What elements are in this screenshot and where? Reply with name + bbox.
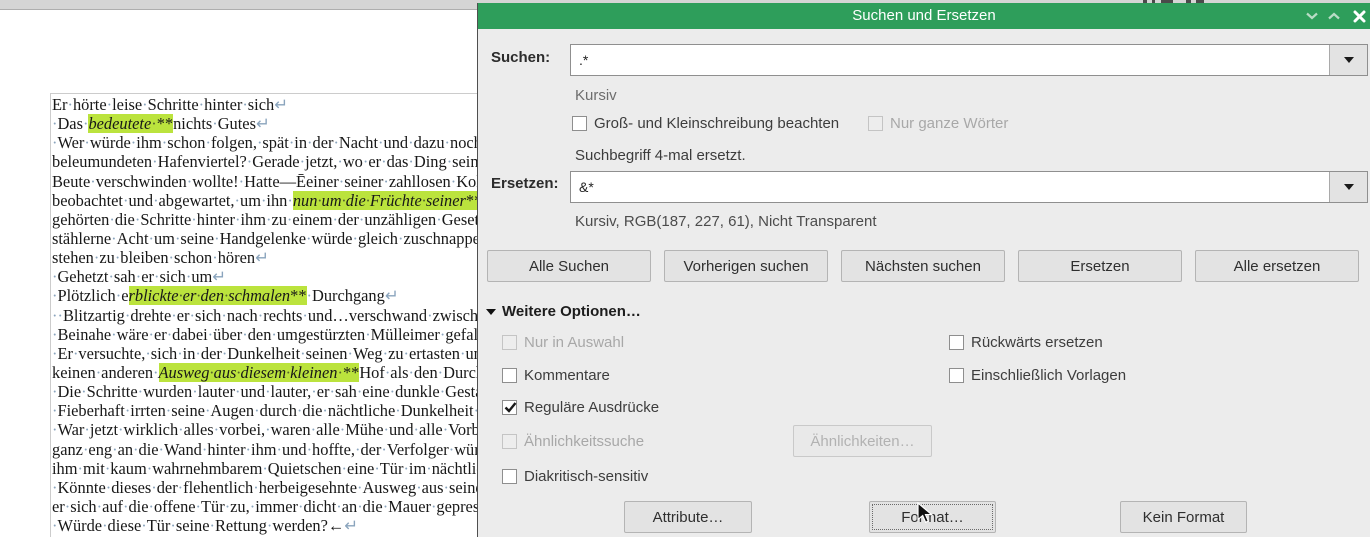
chevron-down-icon[interactable] [1304,8,1320,24]
doc-line: Beute·verschwinden·wollte!·Hatte—Ēeiner·… [52,171,478,191]
checkbox-box[interactable] [502,399,517,415]
text-boundary-left [50,93,51,537]
search-input[interactable] [571,45,1327,75]
attributes-button[interactable]: Attribute… [624,501,752,533]
checkbox-similarity-search: Ähnlichkeitssuche [502,432,644,450]
checkbox-comments[interactable]: Kommentare [502,366,610,384]
doc-line: ·Wer·würde·ihm·schon·folgen,·spät·in·der… [52,133,478,153]
doc-line: ·Er·versuchte,·sich·in·der·Dunkelheit·se… [52,343,478,363]
checkbox-box [502,433,517,449]
find-next-button[interactable]: Nächsten suchen [841,250,1005,282]
document-page[interactable]: Er·hörte·leise·Schritte·hinter·sich↵ ·Das… [0,11,478,537]
doc-line: er·sich·auf·die·offene·Tür·zu,·immer·dic… [52,496,478,516]
mouse-cursor [917,501,936,529]
search-dropdown-button[interactable] [1329,45,1367,75]
replace-combobox[interactable] [570,171,1368,203]
doc-line: stählerne·Acht·um·seine·Handgelenke·würd… [52,228,478,248]
more-options-expander[interactable]: Weitere Optionen… [486,303,641,320]
doc-line: ganz·eng·an·die·Wand·hinter·ihm·und·hoff… [52,439,478,459]
doc-line: ·Plötzlich·erblickte·er·den·schmalen**·D… [52,286,399,306]
checkbox-box[interactable] [949,367,964,383]
doc-line: ·Gehetzt·sah·er·sich·um↵ [52,267,226,287]
doc-line: ·Das·bedeutete·**nichts·Gutes↵ [52,114,270,134]
doc-line: gehörten·die·Schritte·hinter·ihm·zu·eine… [52,209,478,229]
doc-line: beobachtet·und·abgewartet,·um·ihn·nun·um… [52,190,478,210]
doc-line: ·Die·Schritte·wurden·lauter·und·lauter,·… [52,382,478,402]
chevron-down-icon [1343,184,1354,190]
document-text[interactable]: Er·hörte·leise·Schritte·hinter·sich↵ ·Das… [52,95,478,535]
doc-line: ·War·jetzt·wirklich·alles·vorbei,·waren·… [52,420,478,440]
replace-button[interactable]: Ersetzen [1018,250,1182,282]
close-icon[interactable] [1351,8,1367,24]
find-previous-button[interactable]: Vorherigen suchen [664,250,828,282]
search-format-hint: Kursiv [575,87,617,104]
checkbox-backwards[interactable]: Rückwärts ersetzen [949,333,1103,351]
dialog-title: Suchen und Ersetzen [852,7,996,24]
checkbox-diacritic-sensitive[interactable]: Diakritisch-sensitiv [502,467,648,485]
doc-line: ··Blitzartig·drehte·er·sich·nach·rechts·… [52,305,478,325]
replace-label: Ersetzen: [491,175,559,192]
checkbox-box[interactable] [572,115,587,131]
doc-line: ·Beinahe·wäre·er·dabei·über·den·umgestür… [52,324,478,344]
checkbox-box[interactable] [502,468,517,484]
replace-all-button[interactable]: Alle ersetzen [1195,250,1359,282]
checkbox-include-styles[interactable]: Einschließlich Vorlagen [949,366,1126,384]
similarities-button: Ähnlichkeiten… [793,425,932,457]
checkbox-selection-only: Nur in Auswahl [502,333,624,351]
doc-line: ·Fieberhaft·irrten·seine·Augen·durch·die… [52,401,478,421]
doc-line: Er·hörte·leise·Schritte·hinter·sich↵ [52,95,288,114]
replace-dropdown-button[interactable] [1329,172,1367,202]
search-button-row: Alle Suchen Vorherigen suchen Nächsten s… [487,250,1359,282]
doc-line: beleumundeten·Hafenviertel?·Gerade·jetzt… [52,152,478,172]
no-format-button[interactable]: Kein Format [1120,501,1247,533]
checkbox-box[interactable] [949,334,964,350]
search-status-text: Suchbegriff 4-mal ersetzt. [575,147,746,164]
checkbox-box [868,115,883,131]
replace-format-hint: Kursiv, RGB(187, 227, 61), Nicht Transpa… [575,213,877,230]
triangle-down-icon [486,308,496,315]
dialog-titlebar[interactable]: Suchen und Ersetzen [478,3,1370,29]
find-replace-dialog: Suchen und Ersetzen Suchen: Kursiv Groß-… [477,3,1370,537]
doc-line: keinen·anderen·Ausweg·aus·diesem·kleinen… [52,362,478,382]
checkbox-match-case[interactable]: Groß- und Kleinschreibung beachten [572,114,839,132]
search-combobox[interactable] [570,44,1368,76]
replace-input[interactable] [571,172,1327,202]
doc-line: ·Würde·diese·Tür·seine·Rettung·werden?←↵ [52,516,359,536]
chevron-down-icon [1343,57,1354,63]
checkbox-box[interactable] [502,367,517,383]
checkbox-whole-words: Nur ganze Wörter [868,114,1008,132]
search-label: Suchen: [491,49,551,66]
doc-line: ·Könnte·dieses·der·flehentlich·herbeiges… [52,477,478,497]
chevron-up-icon[interactable] [1326,8,1342,24]
checkbox-regex[interactable]: Reguläre Ausdrücke [502,398,659,416]
doc-line: ihm·mit·kaum·wahrnehmbarem·Quietschen·ei… [52,458,478,478]
doc-line: stehen·zu·bleiben·schon·hören↵ [52,248,269,268]
find-all-button[interactable]: Alle Suchen [487,250,651,282]
text-boundary-top [50,93,478,94]
checkbox-box [502,334,517,350]
